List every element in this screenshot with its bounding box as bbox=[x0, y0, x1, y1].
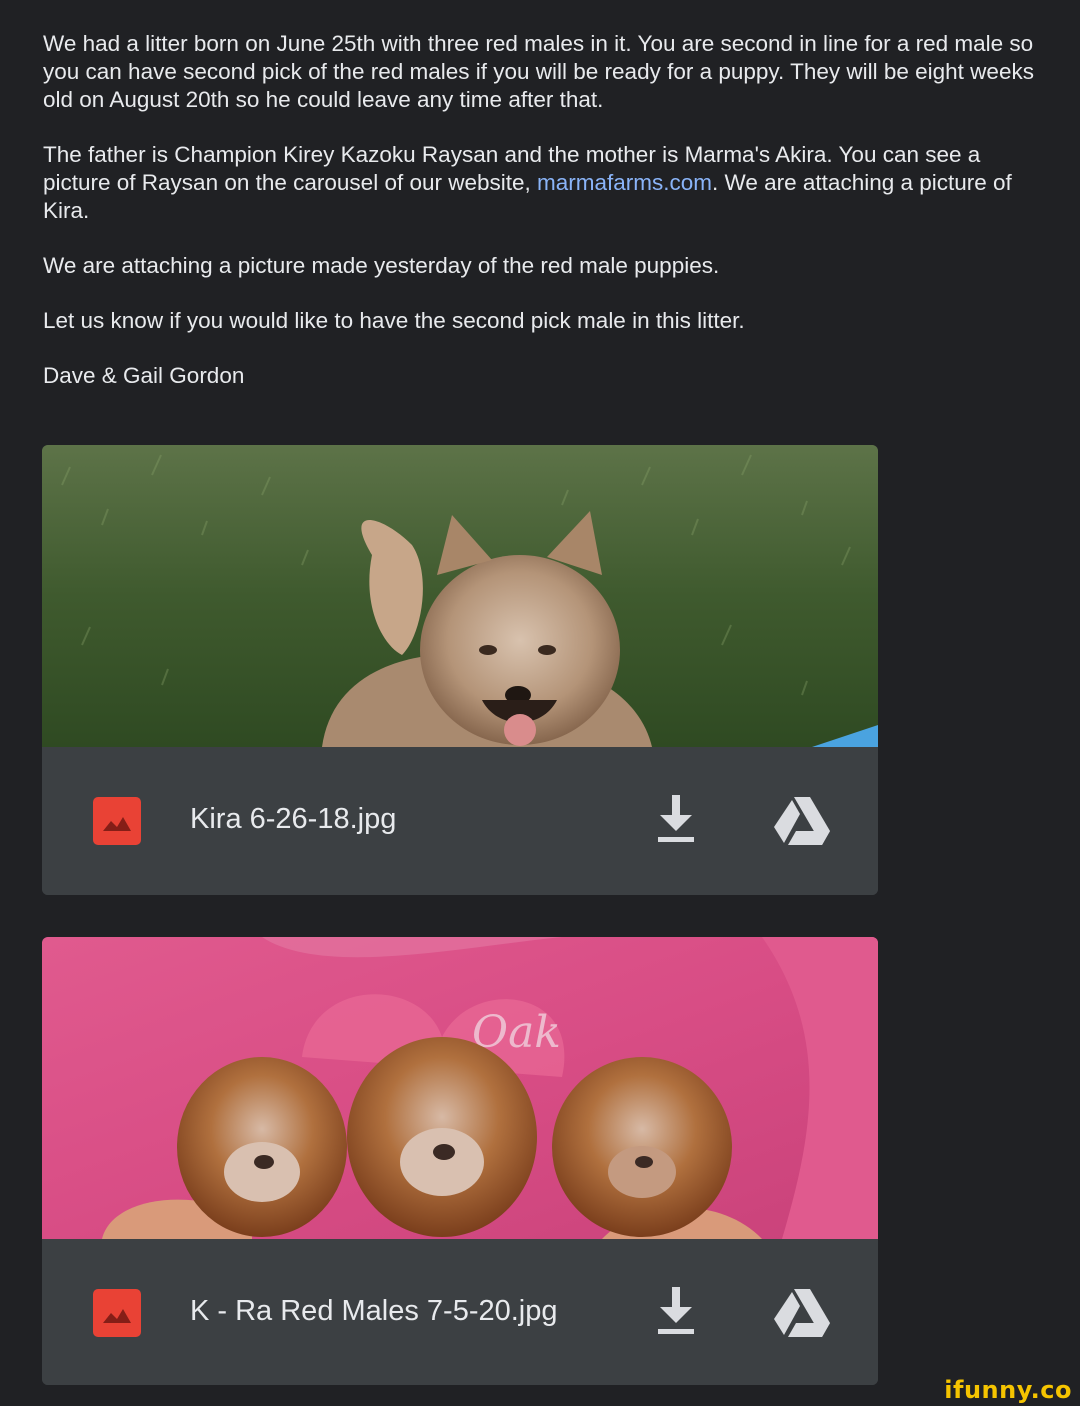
email-paragraph: The father is Champion Kirey Kazoku Rays… bbox=[43, 141, 1043, 225]
attachment-file-name: Kira 6-26-18.jpg bbox=[190, 803, 397, 835]
attachment-preview-image[interactable] bbox=[42, 445, 878, 747]
ifunny-watermark: ifunny.co bbox=[944, 1376, 1072, 1404]
attachment-card[interactable]: Kira 6-26-18.jpg bbox=[42, 445, 878, 895]
image-file-icon bbox=[93, 797, 141, 845]
attachment-bar: K - Ra Red Males 7-5-20.jpg bbox=[42, 1239, 878, 1385]
email-paragraph: We had a litter born on June 25th with t… bbox=[43, 31, 1034, 112]
google-drive-icon[interactable] bbox=[772, 1287, 832, 1339]
image-file-icon bbox=[93, 1289, 141, 1337]
attachment-preview-image[interactable]: Oak bbox=[42, 937, 878, 1239]
email-body: We had a litter born on June 25th with t… bbox=[43, 30, 1043, 417]
attachment-bar: Kira 6-26-18.jpg bbox=[42, 747, 878, 895]
email-paragraph: We are attaching a picture made yesterda… bbox=[43, 253, 720, 278]
attachment-file-name: K - Ra Red Males 7-5-20.jpg bbox=[190, 1295, 558, 1327]
email-paragraph: Let us know if you would like to have th… bbox=[43, 308, 745, 333]
website-link[interactable]: marmafarms.com bbox=[537, 170, 712, 195]
attachment-card[interactable]: Oak K - Ra Red Males 7-5-20.jpg bbox=[42, 937, 878, 1385]
signature: Dave & Gail Gordon bbox=[43, 363, 245, 388]
google-drive-icon[interactable] bbox=[772, 795, 832, 847]
download-icon[interactable] bbox=[654, 793, 698, 845]
download-icon[interactable] bbox=[654, 1285, 698, 1337]
